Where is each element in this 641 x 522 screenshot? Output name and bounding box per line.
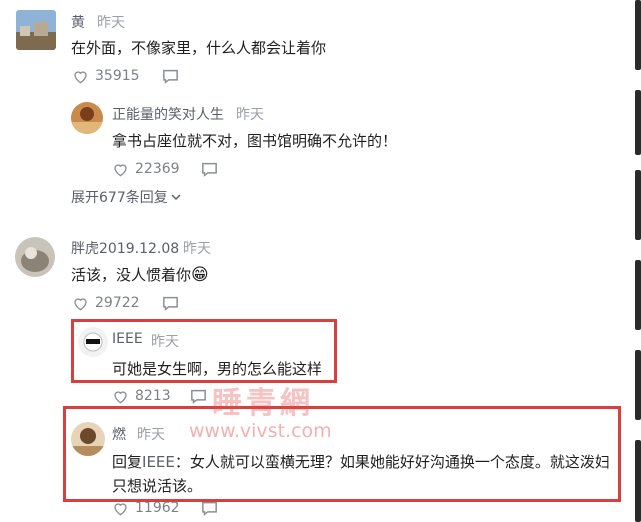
like-button[interactable]: 29722 xyxy=(72,295,140,311)
comment-bubble-icon xyxy=(202,501,217,516)
heart-outline-icon xyxy=(114,390,127,403)
heart-outline-icon xyxy=(74,297,87,310)
reply-button[interactable] xyxy=(201,162,218,181)
grin-emoji: 😁 xyxy=(191,265,209,285)
reply-time: 昨天 xyxy=(236,107,264,123)
comment-text-body: 活该，没人惯着你 xyxy=(71,266,192,284)
edge-bar xyxy=(635,260,641,330)
comment-bubble-icon xyxy=(202,162,217,177)
edge-bar xyxy=(635,0,641,70)
like-count: 35915 xyxy=(95,68,140,84)
expand-replies-label: 展开677条回复 xyxy=(71,190,168,206)
comment-bubble-icon xyxy=(191,389,206,404)
like-button[interactable]: 8213 xyxy=(112,388,171,404)
like-button[interactable]: 22369 xyxy=(112,161,180,177)
chevron-down-icon xyxy=(171,194,181,201)
watermark-logo: 睡青網 xyxy=(212,386,314,421)
comment-time: 昨天 xyxy=(183,241,211,257)
right-edge-strip xyxy=(633,0,641,522)
comment-bubble-icon xyxy=(163,69,178,84)
highlight-box xyxy=(63,406,621,502)
expand-replies-link[interactable]: 展开677条回复 xyxy=(71,187,181,207)
edge-bar xyxy=(635,350,641,420)
comment-username[interactable]: 黄 xyxy=(71,12,85,32)
like-count: 22369 xyxy=(135,161,180,177)
like-button[interactable]: 11962 xyxy=(112,500,180,516)
avatar[interactable] xyxy=(71,102,103,134)
like-count: 8213 xyxy=(135,388,171,404)
like-button[interactable]: 35915 xyxy=(72,68,140,84)
like-count: 29722 xyxy=(95,295,140,311)
heart-outline-icon xyxy=(114,502,127,515)
heart-outline-icon xyxy=(74,70,87,83)
comment-time: 昨天 xyxy=(97,15,125,31)
comment-username[interactable]: 胖虎2019.12.08 xyxy=(71,238,179,258)
comment-bubble-icon xyxy=(163,296,178,311)
edge-bar xyxy=(635,90,641,155)
avatar[interactable] xyxy=(16,10,56,50)
reply-username[interactable]: 正能量的笑对人生 xyxy=(112,104,224,124)
edge-bar xyxy=(635,440,641,522)
avatar[interactable] xyxy=(15,237,55,277)
heart-outline-icon xyxy=(114,163,127,176)
edge-bar xyxy=(635,170,641,240)
comment-text: 活该，没人惯着你😁 xyxy=(71,263,209,287)
highlight-box xyxy=(71,319,337,383)
like-count: 11962 xyxy=(135,500,180,516)
reply-button[interactable] xyxy=(201,501,218,520)
comment-text: 在外面，不像家里，什么人都会让着你 xyxy=(71,39,327,57)
watermark-url: www.vivst.com xyxy=(189,420,332,442)
reply-button[interactable] xyxy=(162,69,179,88)
reply-button[interactable] xyxy=(162,296,179,315)
reply-text: 拿书占座位就不对，图书馆明确不允许的！ xyxy=(112,132,398,150)
